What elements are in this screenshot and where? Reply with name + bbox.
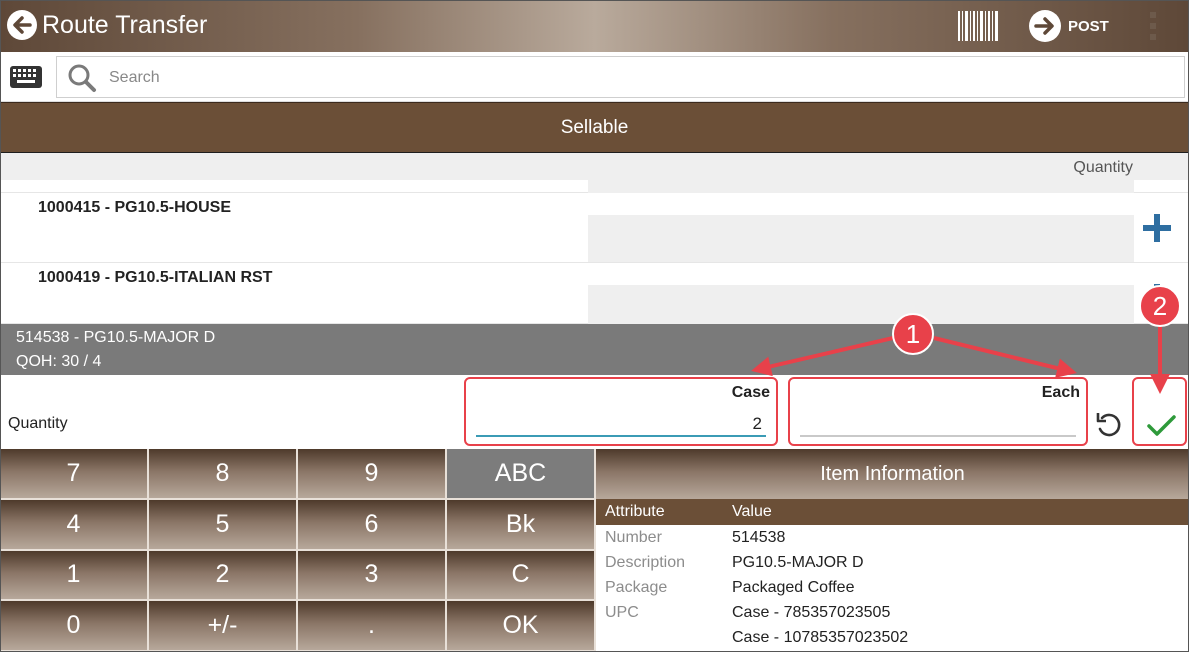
item-label: 1000419 - PG10.5-ITALIAN RST <box>38 269 273 286</box>
callout-badge-2: 2 <box>1139 285 1181 327</box>
info-value: PG10.5-MAJOR D <box>732 554 864 571</box>
selected-item-qoh: QOH: 30 / 4 <box>16 353 102 370</box>
info-row: Package Packaged Coffee <box>596 576 1189 601</box>
quantity-column-header: Quantity <box>1073 159 1133 176</box>
keypad-key[interactable]: 6 <box>298 499 447 551</box>
keypad-key[interactable]: 0 <box>0 601 149 652</box>
keypad-key[interactable]: OK <box>447 601 596 652</box>
keypad-key[interactable]: 8 <box>149 449 298 500</box>
page-title: Route Transfer <box>42 11 208 39</box>
info-value: 514538 <box>732 529 786 546</box>
keypad-key[interactable]: C <box>447 550 596 602</box>
info-attribute: Number <box>605 529 662 546</box>
undo-icon[interactable] <box>1094 410 1124 440</box>
search-box <box>56 56 1185 98</box>
quantity-label: Quantity <box>8 415 68 432</box>
item-information-panel: Item Information Attribute Value Number … <box>596 449 1189 652</box>
info-row: Number 514538 <box>596 526 1189 551</box>
plus-icon[interactable] <box>1140 211 1174 245</box>
keypad-key[interactable]: 4 <box>0 499 149 551</box>
post-button[interactable]: POST <box>1028 9 1109 43</box>
info-attribute: Description <box>605 554 686 571</box>
keypad-key[interactable]: ABC <box>447 449 596 500</box>
info-attribute: UPC <box>605 604 639 621</box>
forward-arrow-icon <box>1029 10 1061 42</box>
info-value: Case - 785357023505 <box>732 604 891 621</box>
more-vert-icon[interactable] <box>1146 12 1160 40</box>
numeric-keypad: 7 8 9 ABC 4 5 6 Bk 1 2 3 C 0 +/-. OK <box>0 449 596 652</box>
keypad-key[interactable]: 3 <box>298 550 447 602</box>
value-column-header: Value <box>732 503 772 520</box>
keypad-key[interactable]: Bk <box>447 499 596 551</box>
keypad-key[interactable]: +/- <box>149 601 298 652</box>
selected-item-banner: 514538 - PG10.5-MAJOR D QOH: 30 / 4 <box>0 324 1189 375</box>
info-value: Case - 10785357023502 <box>732 629 909 646</box>
info-attribute: Package <box>605 579 668 596</box>
quantity-cell[interactable] <box>588 285 1134 324</box>
keyboard-icon[interactable] <box>10 66 42 88</box>
keypad-key[interactable]: . <box>298 601 447 652</box>
attribute-column-header: Attribute <box>605 503 665 520</box>
barcode-icon[interactable] <box>958 11 998 41</box>
callout-box-confirm <box>1132 377 1187 446</box>
selected-item-name: 514538 - PG10.5-MAJOR D <box>16 329 216 346</box>
app-bar: Route Transfer POST <box>0 0 1189 52</box>
list-item[interactable]: 1000419 - PG10.5-ITALIAN RST <box>0 263 1189 324</box>
search-icon <box>68 64 96 92</box>
item-label: 1000415 - PG10.5-HOUSE <box>38 199 231 216</box>
keypad-key[interactable]: 2 <box>149 550 298 602</box>
list-item[interactable]: 1000415 - PG10.5-HOUSE <box>0 193 1189 263</box>
item-information-table-header: Attribute Value <box>596 499 1189 525</box>
section-header: Sellable <box>0 102 1189 152</box>
keypad-key[interactable]: 1 <box>0 550 149 602</box>
callout-box-each <box>788 377 1088 446</box>
info-row: UPC Case - 785357023505 <box>596 601 1189 626</box>
keypad-key[interactable]: 9 <box>298 449 447 500</box>
callout-box-case <box>464 377 778 446</box>
item-information-title: Item Information <box>596 449 1189 499</box>
keypad-key[interactable]: 7 <box>0 449 149 500</box>
keypad-key[interactable]: 5 <box>149 499 298 551</box>
list-row-partial <box>0 180 1189 193</box>
post-label: POST <box>1068 17 1109 35</box>
back-arrow-icon[interactable] <box>6 9 38 41</box>
callout-badge-1: 1 <box>892 313 934 355</box>
search-row <box>0 52 1189 102</box>
search-input[interactable] <box>109 65 1009 91</box>
info-row: Description PG10.5-MAJOR D <box>596 551 1189 576</box>
column-header: Quantity <box>0 152 1189 180</box>
quantity-cell[interactable] <box>588 215 1134 262</box>
info-value: Packaged Coffee <box>732 579 855 596</box>
info-row: Case - 10785357023502 <box>596 626 1189 651</box>
